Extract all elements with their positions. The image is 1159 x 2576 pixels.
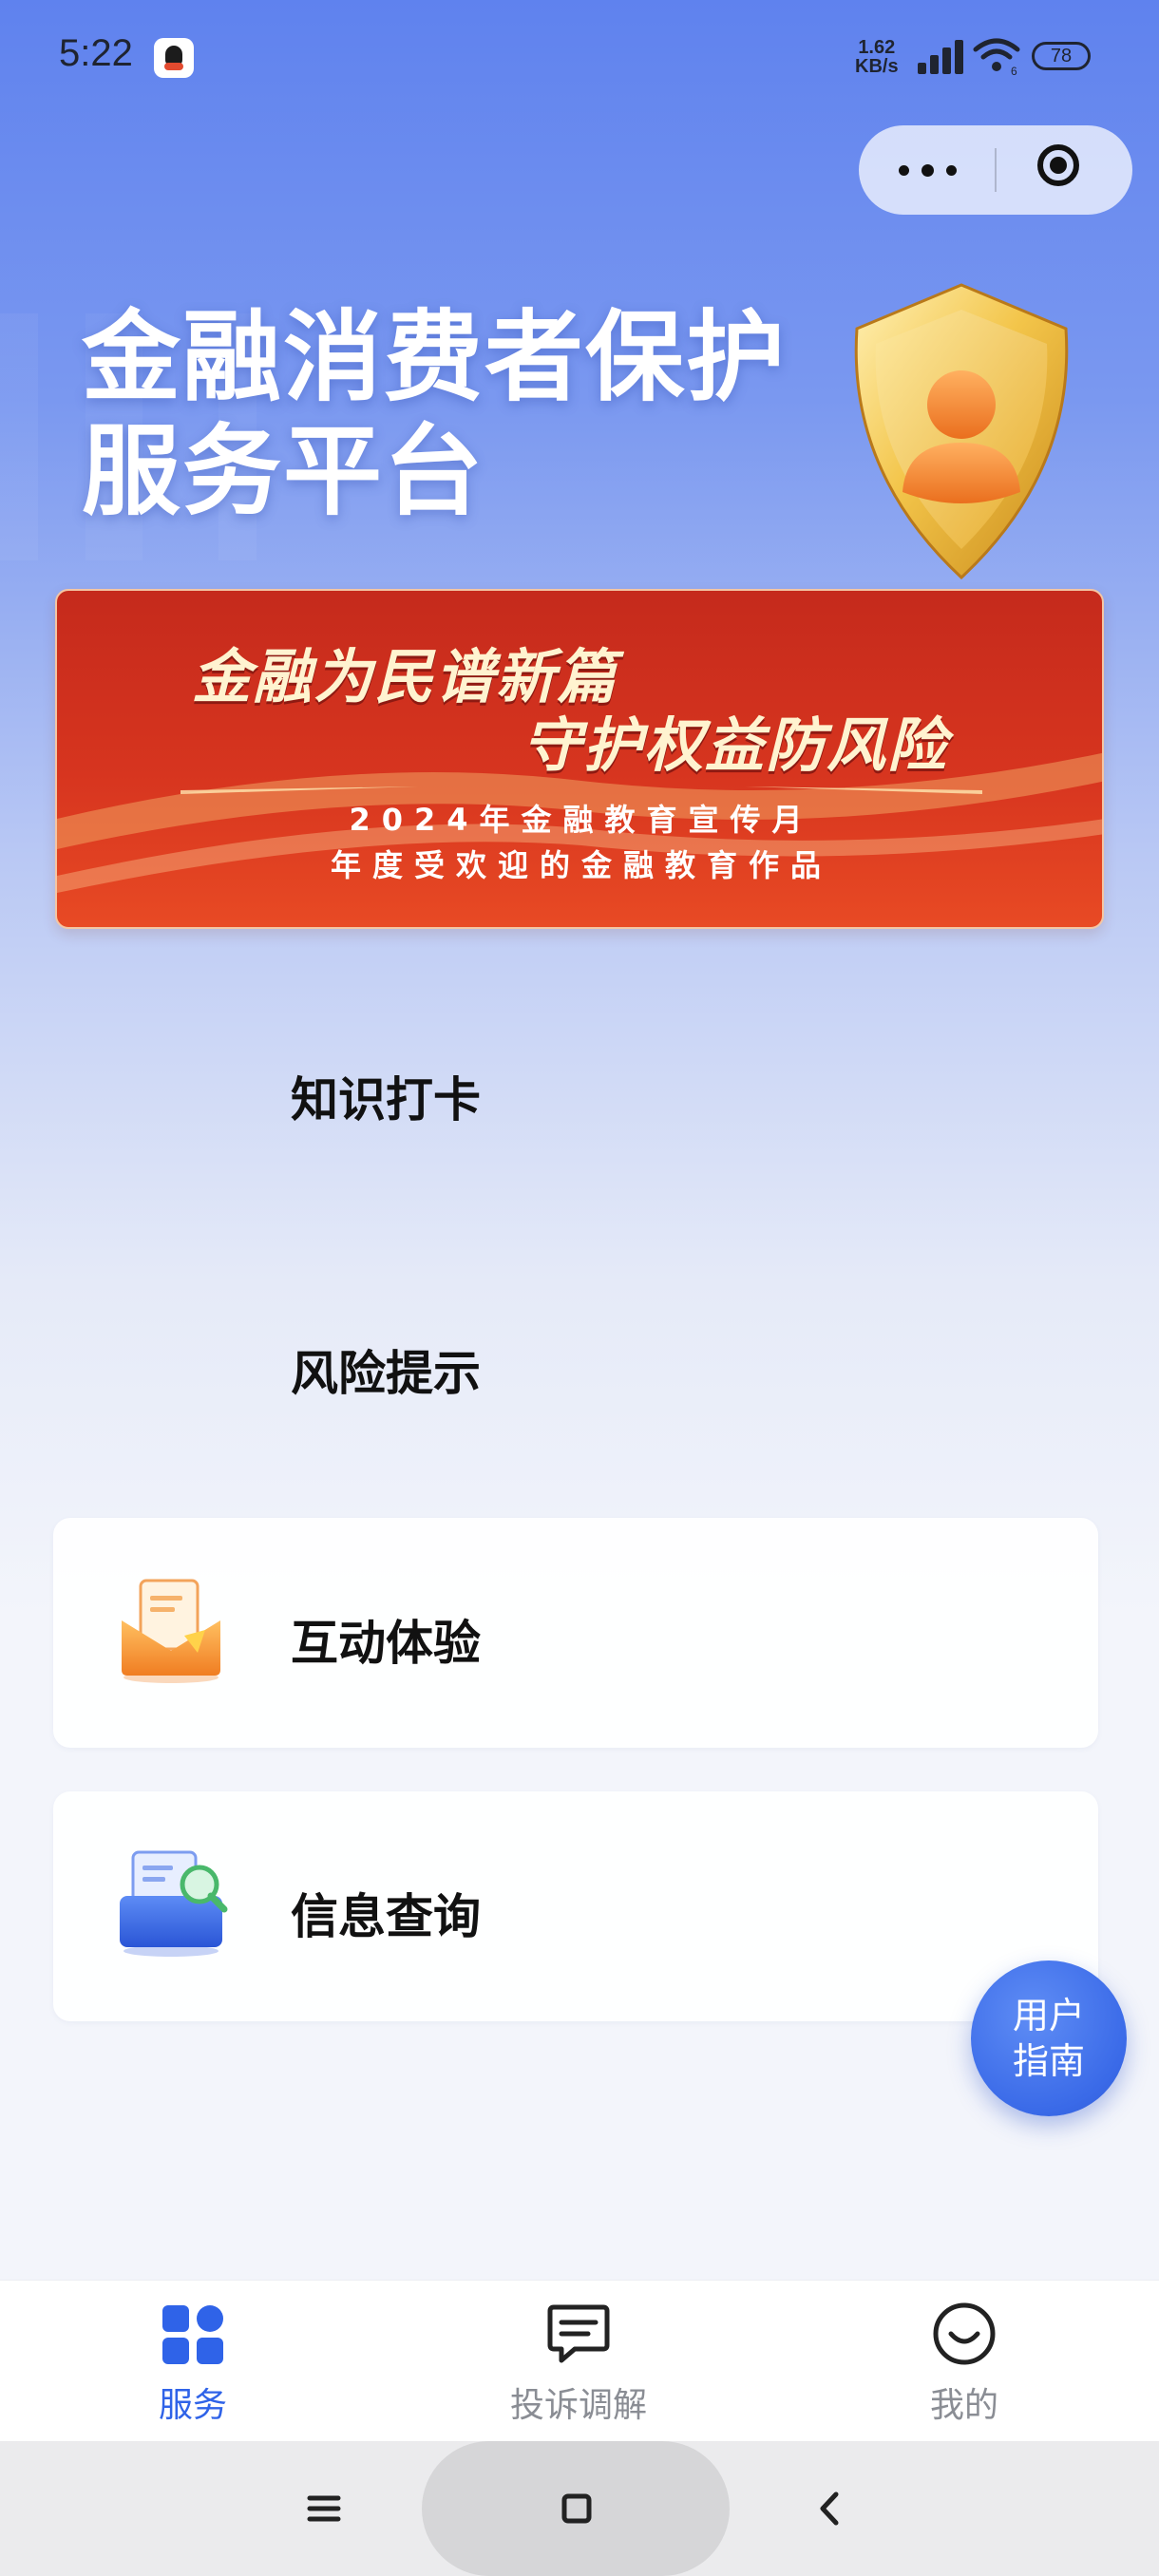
banner-subtitle-1: 2024年金融教育宣传月 xyxy=(349,802,814,838)
tab-label: 投诉调解 xyxy=(509,2386,647,2425)
banner-subtitle-2: 年度受欢迎的金融教育作品 xyxy=(330,847,832,883)
menu-item-interactive-experience[interactable]: 互动体验 xyxy=(53,1518,1098,1748)
menu-icon[interactable] xyxy=(291,2475,357,2542)
status-time: 5:22 xyxy=(59,32,133,74)
wifi-icon: 6 xyxy=(973,38,1020,76)
status-bar: 5:22 1.62 KB/s 6 78 xyxy=(0,0,1159,114)
system-navigation-bar xyxy=(0,2441,1159,2576)
envelope-letter-icon xyxy=(122,1579,220,1683)
tab-services[interactable]: 服务 xyxy=(0,2281,386,2442)
close-miniprogram-button[interactable] xyxy=(996,125,1132,215)
tab-complaint-mediation[interactable]: 投诉调解 xyxy=(386,2281,771,2442)
menu-item-label: 知识打卡 xyxy=(291,1072,481,1127)
menu-item-label: 互动体验 xyxy=(291,1616,481,1671)
signal-icon xyxy=(918,40,963,74)
menu-item-risk-alert[interactable]: 风险提示 xyxy=(53,1248,1098,1478)
search-folder-icon xyxy=(120,1850,228,1957)
battery-icon: 78 xyxy=(1032,42,1091,70)
svg-text:6: 6 xyxy=(1011,65,1017,76)
menu-item-information-query[interactable]: 信息查询 xyxy=(53,1791,1098,2021)
banner-headline-2: 守护权益防风险 xyxy=(522,710,949,780)
menu-item-label: 风险提示 xyxy=(291,1346,481,1401)
chat-bubble-icon xyxy=(547,2304,610,2363)
smile-icon xyxy=(933,2302,996,2365)
tab-label: 服务 xyxy=(158,2386,227,2425)
grid-icon xyxy=(162,2305,223,2364)
tab-mine[interactable]: 我的 xyxy=(771,2281,1157,2442)
bottom-tab-bar: 服务 投诉调解 我的 xyxy=(0,2280,1159,2442)
user-guide-line2: 指南 xyxy=(1012,2040,1085,2082)
more-options-button[interactable] xyxy=(859,125,996,215)
menu-item-label: 信息查询 xyxy=(291,1889,481,1944)
network-speed: 1.62 KB/s xyxy=(855,38,899,76)
platform-title: 金融消费者保护 服务平台 xyxy=(82,300,804,528)
user-guide-line1: 用户 xyxy=(1012,1995,1085,2036)
promo-banner[interactable]: 金融为民谱新篇 守护权益防风险 2024年金融教育宣传月 年度受欢迎的金融教育作… xyxy=(55,589,1104,929)
miniprogram-capsule xyxy=(859,125,1132,215)
back-chevron-icon[interactable] xyxy=(796,2475,863,2542)
platform-title-line2: 服务平台 xyxy=(82,413,485,529)
menu-item-knowledge-checkin[interactable]: 知识打卡 xyxy=(53,975,1098,1204)
user-guide-button[interactable]: 用户 指南 xyxy=(971,1960,1127,2116)
home-square-icon[interactable] xyxy=(543,2475,610,2542)
gold-shield-user-icon xyxy=(854,283,1069,580)
network-speed-unit: KB/s xyxy=(855,56,899,77)
network-speed-value: 1.62 xyxy=(858,37,896,58)
qq-notification-icon xyxy=(154,38,194,78)
platform-title-line1: 金融消费者保护 xyxy=(82,299,788,415)
tab-label: 我的 xyxy=(929,2386,998,2425)
